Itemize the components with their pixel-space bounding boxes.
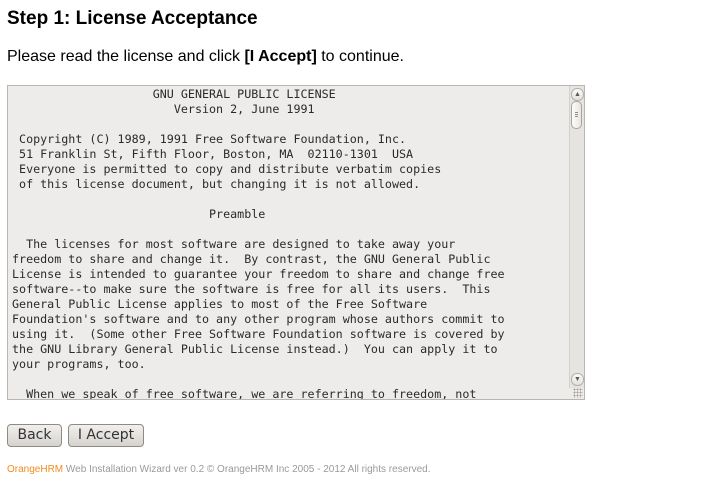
back-button[interactable]: Back (7, 424, 62, 447)
license-text: GNU GENERAL PUBLIC LICENSE Version 2, Ju… (12, 87, 505, 400)
accept-button[interactable]: I Accept (68, 424, 144, 447)
resize-grip-icon[interactable] (573, 388, 583, 398)
footer-text: Web Installation Wizard ver 0.2 © Orange… (63, 464, 431, 475)
scrollbar-thumb[interactable] (571, 101, 582, 129)
footer: OrangeHRM Web Installation Wizard ver 0.… (7, 464, 431, 476)
instructions-suffix: to continue. (316, 48, 404, 65)
vertical-scrollbar[interactable]: ▲ ▼ (569, 86, 584, 388)
license-textarea[interactable]: GNU GENERAL PUBLIC LICENSE Version 2, Ju… (7, 85, 585, 400)
footer-brand: OrangeHRM (7, 464, 64, 475)
instructions: Please read the license and click [I Acc… (7, 47, 404, 67)
scroll-down-icon[interactable]: ▼ (571, 373, 584, 386)
instructions-button-ref: [I Accept] (244, 48, 317, 65)
instructions-prefix: Please read the license and click (7, 48, 245, 65)
page-title: Step 1: License Acceptance (7, 8, 258, 29)
scroll-up-icon[interactable]: ▲ (571, 88, 584, 101)
